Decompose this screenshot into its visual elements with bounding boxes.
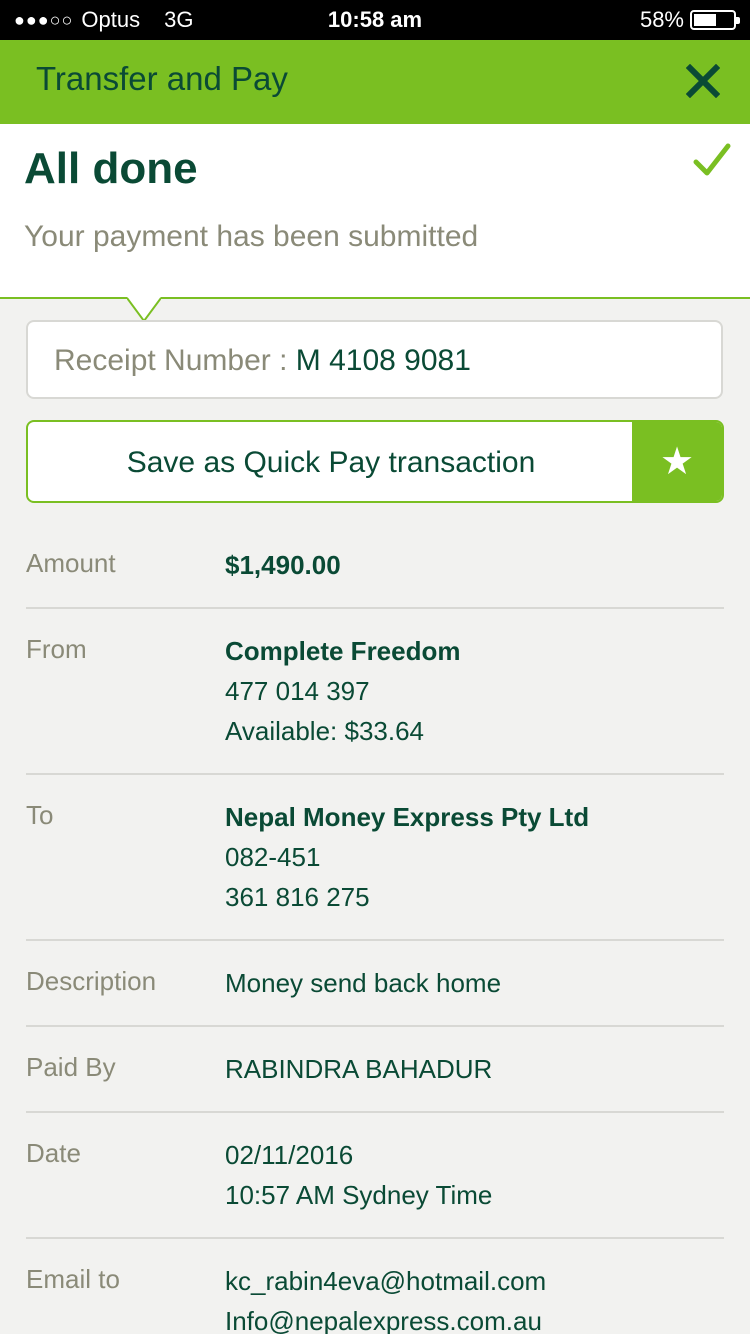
battery-percent: 58% bbox=[639, 7, 684, 32]
confirmation-subtitle: Your payment has been submitted bbox=[24, 220, 479, 253]
paid-by-label: Paid By bbox=[26, 1052, 116, 1082]
description-value: Money send back home bbox=[225, 968, 502, 998]
date-label: Date bbox=[26, 1138, 81, 1168]
battery-level bbox=[694, 14, 716, 26]
battery-icon bbox=[690, 10, 740, 30]
from-account-name: Complete Freedom bbox=[225, 636, 461, 666]
quick-pay-label: Save as Quick Pay transaction bbox=[126, 446, 536, 479]
time-value: 10:57 AM Sydney Time bbox=[225, 1180, 493, 1210]
amount-label: Amount bbox=[26, 548, 116, 578]
detail-row-date: Date 02/11/2016 10:57 AM Sydney Time bbox=[26, 1113, 724, 1239]
save-quick-pay-button[interactable]: Save as Quick Pay transaction ★ bbox=[26, 420, 724, 503]
paid-by-value: RABINDRA BAHADUR bbox=[225, 1054, 493, 1084]
detail-row-email: Email to kc_rabin4eva@hotmail.com Info@n… bbox=[26, 1239, 724, 1334]
receipt-label: Receipt Number : bbox=[54, 344, 296, 377]
confirmation-panel: All done Your payment has been submitted bbox=[0, 124, 750, 299]
detail-row-description: Description Money send back home bbox=[26, 941, 724, 1027]
detail-row-to: To Nepal Money Express Pty Ltd 082-451 3… bbox=[26, 775, 724, 941]
to-bsb: 082-451 bbox=[225, 842, 321, 872]
email-address-1: kc_rabin4eva@hotmail.com bbox=[225, 1266, 547, 1296]
email-values: kc_rabin4eva@hotmail.com Info@nepalexpre… bbox=[225, 1261, 724, 1334]
status-time: 10:58 am bbox=[327, 7, 423, 32]
paid-by-values: RABINDRA BAHADUR bbox=[225, 1049, 724, 1089]
receipt-box: Receipt Number : M 4108 9081 bbox=[26, 320, 723, 399]
to-account-number: 361 816 275 bbox=[225, 882, 370, 912]
to-label: To bbox=[26, 800, 54, 830]
star-icon[interactable]: ★ bbox=[632, 422, 722, 501]
date-values: 02/11/2016 10:57 AM Sydney Time bbox=[225, 1135, 724, 1215]
email-address-2: Info@nepalexpress.com.au bbox=[225, 1306, 542, 1334]
checkmark-icon bbox=[693, 143, 731, 176]
from-account-number: 477 014 397 bbox=[225, 676, 370, 706]
close-button[interactable] bbox=[680, 58, 726, 104]
date-value: 02/11/2016 bbox=[225, 1140, 354, 1170]
app-header: Transfer and Pay bbox=[0, 40, 750, 124]
to-payee-name: Nepal Money Express Pty Ltd bbox=[225, 802, 590, 832]
payment-details: Amount $1,490.00 From Complete Freedom 4… bbox=[26, 523, 724, 1334]
description-label: Description bbox=[26, 966, 157, 996]
receipt-number: M 4108 9081 bbox=[295, 344, 471, 377]
from-label: From bbox=[26, 634, 87, 664]
from-values: Complete Freedom 477 014 397 Available: … bbox=[225, 631, 724, 751]
confirmation-title: All done bbox=[24, 144, 198, 193]
detail-row-paid-by: Paid By RABINDRA BAHADUR bbox=[26, 1027, 724, 1113]
status-bar: ●●●○○ Optus 3G 10:58 am 58% bbox=[0, 0, 750, 40]
page-title: Transfer and Pay bbox=[36, 60, 288, 97]
detail-row-amount: Amount $1,490.00 bbox=[26, 523, 724, 609]
to-values: Nepal Money Express Pty Ltd 082-451 361 … bbox=[225, 797, 724, 917]
close-icon bbox=[686, 64, 720, 98]
status-right: 58% bbox=[639, 7, 740, 33]
from-available-balance: Available: $33.64 bbox=[225, 716, 425, 746]
amount-value: $1,490.00 bbox=[225, 550, 341, 580]
amount-values: $1,490.00 bbox=[225, 545, 724, 585]
email-label: Email to bbox=[26, 1264, 120, 1294]
detail-row-from: From Complete Freedom 477 014 397 Availa… bbox=[26, 609, 724, 775]
description-values: Money send back home bbox=[225, 963, 724, 1003]
